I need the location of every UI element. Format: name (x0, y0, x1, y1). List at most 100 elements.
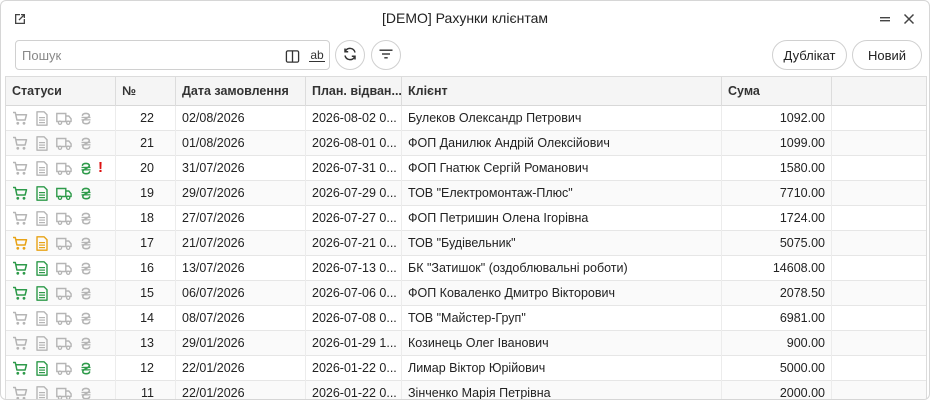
status-cell (6, 306, 116, 331)
columns-icon[interactable] (282, 46, 302, 66)
document-icon (34, 161, 50, 176)
client-cell: ФОП Петришин Олена Ігорівна (402, 206, 722, 231)
toolbar: ab Дублікат Новий (1, 37, 929, 73)
table-row[interactable]: 17 21/07/2026 2026-07-21 0... ТОВ "Будів… (6, 231, 926, 256)
alert-icon (98, 311, 106, 326)
table-row[interactable]: 15 06/07/2026 2026-07-06 0... ФОП Ковале… (6, 281, 926, 306)
alert-icon (98, 386, 106, 399)
title-bar: [DEMO] Рахунки клієнтам (1, 1, 929, 37)
table-row[interactable]: 11 22/01/2026 2026-01-22 0... Зінченко М… (6, 381, 926, 399)
alert-icon (98, 236, 106, 251)
new-button[interactable]: Новий (852, 40, 922, 70)
cart-icon (12, 186, 28, 201)
number-cell: 14 (116, 306, 176, 331)
order-date-cell: 06/07/2026 (176, 281, 306, 306)
status-cell (6, 381, 116, 399)
planned-shipment-cell: 2026-01-22 0... (306, 356, 402, 381)
truck-icon (56, 111, 72, 126)
truck-icon (56, 211, 72, 226)
minimize-icon[interactable] (875, 9, 895, 29)
duplicate-button[interactable]: Дублікат (772, 40, 847, 70)
order-date-cell: 22/01/2026 (176, 381, 306, 399)
document-icon (34, 286, 50, 301)
planned-shipment-cell: 2026-07-21 0... (306, 231, 402, 256)
alert-icon (98, 261, 106, 276)
hryvnia-icon (78, 111, 94, 126)
invoices-table: Статуси № Дата замовлення План. відван..… (5, 76, 927, 399)
order-date-cell: 21/07/2026 (176, 231, 306, 256)
order-date-cell: 01/08/2026 (176, 131, 306, 156)
status-cell (6, 131, 116, 156)
column-header-client[interactable]: Клієнт (402, 77, 722, 106)
search-input[interactable] (22, 45, 272, 65)
filler-cell (832, 231, 926, 256)
app-window: [DEMO] Рахунки клієнтам ab (0, 0, 930, 400)
match-case-icon[interactable]: ab (306, 46, 328, 66)
table-row[interactable]: 13 29/01/2026 2026-01-29 1... Козинець О… (6, 331, 926, 356)
sum-cell: 5000.00 (722, 356, 832, 381)
column-header-statuses[interactable]: Статуси (6, 77, 116, 106)
order-date-cell: 08/07/2026 (176, 306, 306, 331)
client-cell: ТОВ "Будівельник" (402, 231, 722, 256)
number-cell: 20 (116, 156, 176, 181)
planned-shipment-cell: 2026-07-06 0... (306, 281, 402, 306)
order-date-cell: 29/01/2026 (176, 331, 306, 356)
refresh-button[interactable] (335, 40, 365, 70)
truck-icon (56, 336, 72, 351)
truck-icon (56, 136, 72, 151)
client-cell: ФОП Данилюк Андрій Олексійович (402, 131, 722, 156)
status-cell (6, 106, 116, 131)
alert-icon (98, 361, 106, 376)
client-cell: ТОВ "Електромонтаж-Плюс" (402, 181, 722, 206)
planned-shipment-cell: 2026-08-02 0... (306, 106, 402, 131)
alert-icon (98, 336, 106, 351)
search-box: ab (15, 40, 330, 70)
truck-icon (56, 286, 72, 301)
number-cell: 11 (116, 381, 176, 399)
table-header: Статуси № Дата замовлення План. відван..… (6, 77, 926, 106)
filter-button[interactable] (371, 40, 401, 70)
document-icon (34, 261, 50, 276)
hryvnia-icon (78, 186, 94, 201)
cart-icon (12, 361, 28, 376)
hryvnia-icon (78, 261, 94, 276)
table-row[interactable]: 22 02/08/2026 2026-08-02 0... Булеков Ол… (6, 106, 926, 131)
hryvnia-icon (78, 311, 94, 326)
order-date-cell: 31/07/2026 (176, 156, 306, 181)
table-row[interactable]: 16 13/07/2026 2026-07-13 0... БК "Затишо… (6, 256, 926, 281)
sum-cell: 2000.00 (722, 381, 832, 399)
column-header-number[interactable]: № (116, 77, 176, 106)
truck-icon (56, 386, 72, 399)
sum-cell: 1580.00 (722, 156, 832, 181)
table-row[interactable]: ! 20 31/07/2026 2026-07-31 0... ФОП Гнат… (6, 156, 926, 181)
cart-icon (12, 236, 28, 251)
column-header-sum[interactable]: Сума (722, 77, 832, 106)
sum-cell: 14608.00 (722, 256, 832, 281)
planned-shipment-cell: 2026-07-29 0... (306, 181, 402, 206)
cart-icon (12, 161, 28, 176)
client-cell: ФОП Коваленко Дмитро Вікторович (402, 281, 722, 306)
cart-icon (12, 336, 28, 351)
column-header-order-date[interactable]: Дата замовлення (176, 77, 306, 106)
table-row[interactable]: 21 01/08/2026 2026-08-01 0... ФОП Данилю… (6, 131, 926, 156)
alert-icon (98, 286, 106, 301)
status-cell: ! (6, 156, 116, 181)
sum-cell: 7710.00 (722, 181, 832, 206)
sum-cell: 1099.00 (722, 131, 832, 156)
table-row[interactable]: 12 22/01/2026 2026-01-22 0... Лимар Вікт… (6, 356, 926, 381)
sum-cell: 900.00 (722, 331, 832, 356)
planned-shipment-cell: 2026-07-31 0... (306, 156, 402, 181)
status-cell (6, 356, 116, 381)
document-icon (34, 236, 50, 251)
column-header-planned-shipment[interactable]: План. відван... (306, 77, 402, 106)
status-cell (6, 331, 116, 356)
client-cell: ТОВ "Майстер-Груп" (402, 306, 722, 331)
close-icon[interactable] (899, 9, 919, 29)
client-cell: БК "Затишок" (оздоблювальні роботи) (402, 256, 722, 281)
table-row[interactable]: 18 27/07/2026 2026-07-27 0... ФОП Петриш… (6, 206, 926, 231)
hryvnia-icon (78, 161, 94, 176)
document-icon (34, 336, 50, 351)
table-row[interactable]: 14 08/07/2026 2026-07-08 0... ТОВ "Майст… (6, 306, 926, 331)
table-row[interactable]: 19 29/07/2026 2026-07-29 0... ТОВ "Елект… (6, 181, 926, 206)
filler-cell (832, 131, 926, 156)
